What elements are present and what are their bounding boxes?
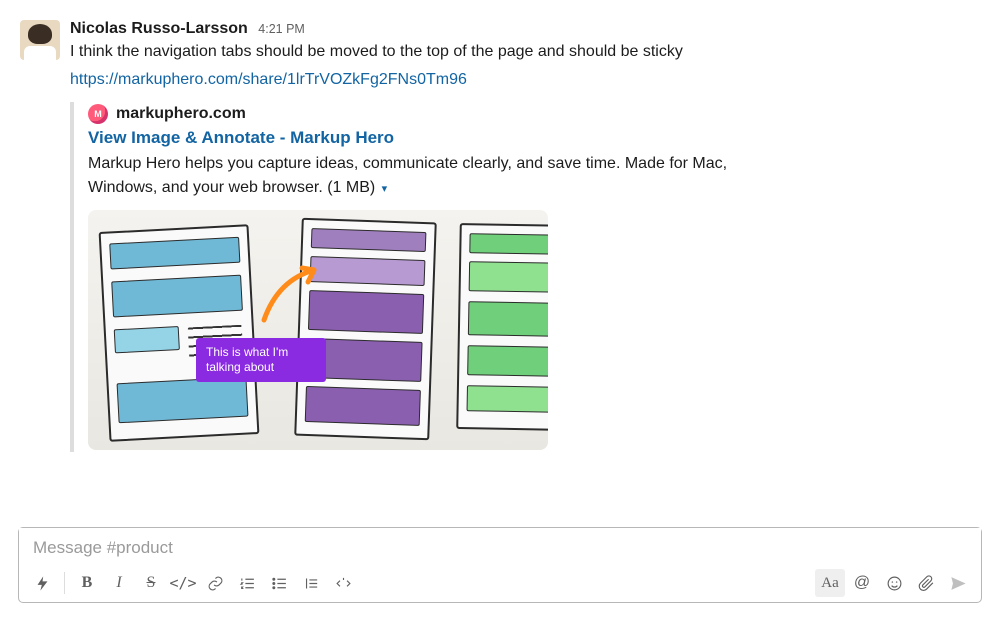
attachment-site-row: M markuphero.com xyxy=(88,104,790,124)
message-body: Nicolas Russo-Larsson 4:21 PM I think th… xyxy=(70,20,980,452)
message-header: Nicolas Russo-Larsson 4:21 PM xyxy=(70,20,980,38)
annotation-label: This is what I'm talking about xyxy=(196,338,326,382)
wireframe-sketch xyxy=(294,218,437,441)
send-icon xyxy=(949,574,968,593)
author-name[interactable]: Nicolas Russo-Larsson xyxy=(70,20,248,37)
ordered-list-icon xyxy=(239,575,256,592)
attachment-title[interactable]: View Image & Annotate - Markup Hero xyxy=(88,128,790,148)
mention-button[interactable]: @ xyxy=(847,569,877,597)
shortcuts-button[interactable] xyxy=(27,569,57,597)
message-row: Nicolas Russo-Larsson 4:21 PM I think th… xyxy=(0,0,1000,452)
message-input[interactable] xyxy=(19,528,981,566)
bullet-list-button[interactable] xyxy=(264,569,294,597)
wireframe-sketch xyxy=(456,223,548,431)
attach-button[interactable] xyxy=(911,569,941,597)
attachment-image-preview[interactable]: This is what I'm talking about xyxy=(88,210,548,450)
avatar[interactable] xyxy=(20,20,60,60)
attachment-site-name: markuphero.com xyxy=(116,105,246,123)
lightning-icon xyxy=(34,575,51,592)
message-text: I think the navigation tabs should be mo… xyxy=(70,40,980,64)
send-button[interactable] xyxy=(943,569,973,597)
link-button[interactable] xyxy=(200,569,230,597)
link-attachment: M markuphero.com View Image & Annotate -… xyxy=(70,102,790,452)
code-block-icon xyxy=(335,575,352,592)
ordered-list-button[interactable] xyxy=(232,569,262,597)
composer-toolbar: B I S </> Aa @ xyxy=(19,566,981,602)
bullet-list-icon xyxy=(271,575,288,592)
site-favicon-label: M xyxy=(94,109,102,119)
blockquote-button[interactable] xyxy=(296,569,326,597)
attachment-description: Markup Hero helps you capture ideas, com… xyxy=(88,152,790,200)
code-block-button[interactable] xyxy=(328,569,358,597)
attachment-description-text: Markup Hero helps you capture ideas, com… xyxy=(88,155,727,196)
paperclip-icon xyxy=(918,575,935,592)
emoji-icon xyxy=(886,575,903,592)
bold-button[interactable]: B xyxy=(72,569,102,597)
wireframe-sketch xyxy=(99,224,260,442)
link-icon xyxy=(207,575,224,592)
toolbar-divider xyxy=(64,572,65,594)
strikethrough-button[interactable]: S xyxy=(136,569,166,597)
format-toggle-button[interactable]: Aa xyxy=(815,569,845,597)
code-button[interactable]: </> xyxy=(168,569,198,597)
site-favicon: M xyxy=(88,104,108,124)
message-link[interactable]: https://markuphero.com/share/1lrTrVOZkFg… xyxy=(70,71,467,88)
collapse-caret-icon[interactable]: ▾ xyxy=(382,183,388,195)
blockquote-icon xyxy=(303,575,320,592)
timestamp[interactable]: 4:21 PM xyxy=(258,22,305,36)
italic-button[interactable]: I xyxy=(104,569,134,597)
emoji-button[interactable] xyxy=(879,569,909,597)
message-composer: B I S </> Aa @ xyxy=(18,527,982,603)
